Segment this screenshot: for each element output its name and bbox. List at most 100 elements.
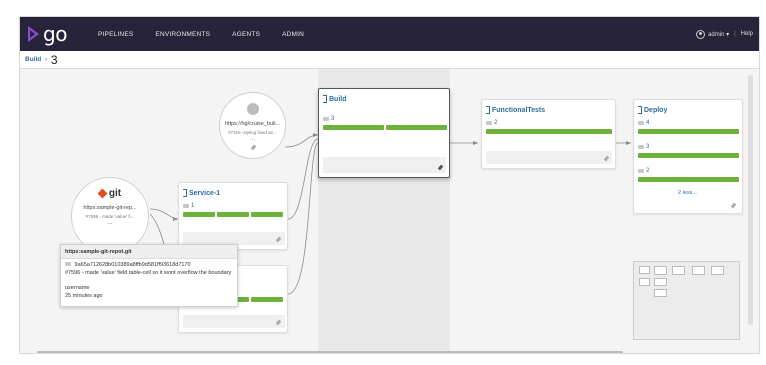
pipeline-name-text: Build (329, 95, 347, 103)
stage-passed[interactable] (638, 177, 739, 182)
stage-passed[interactable] (386, 125, 447, 130)
pipeline-instance[interactable]: 4 (638, 120, 649, 126)
vertical-scrollbar[interactable] (748, 75, 753, 325)
label-icon (638, 145, 644, 149)
main-nav: PIPELINES ENVIRONMENTS AGENTS ADMIN (98, 17, 326, 51)
minimap-node (672, 266, 685, 275)
stage-bars (638, 129, 739, 134)
git-logo: git (72, 188, 148, 199)
material-revision: #7596 - made 'value' fi... (85, 214, 135, 219)
stage-passed[interactable] (323, 125, 384, 130)
stage-passed[interactable] (251, 212, 283, 217)
pipeline-footer (323, 157, 446, 173)
show-less-link[interactable]: 2 less... (678, 190, 697, 196)
stage-bars (638, 153, 739, 158)
pipeline-instance[interactable]: 2 (638, 168, 649, 174)
pipeline-icon (486, 106, 490, 114)
instance-counter: 4 (646, 120, 650, 126)
nav-admin[interactable]: ADMIN (282, 31, 304, 38)
pipeline-instance[interactable]: 3 (638, 144, 649, 150)
instance-counter: 2 (494, 120, 498, 126)
pipeline-icon (183, 189, 187, 197)
nav-pipelines[interactable]: PIPELINES (98, 31, 133, 38)
material-url: https:sample-git-rep... (83, 205, 137, 211)
user-avatar-icon[interactable] (696, 29, 706, 39)
tooltip-hash-row: 9a65a712628b010389a8ffb9d581ff93618d7170 (65, 262, 235, 269)
stage-passed[interactable] (638, 153, 739, 158)
minimap[interactable] (633, 261, 740, 340)
arrow-head (473, 141, 478, 145)
link-service2-to-build (287, 142, 319, 295)
pipeline-name[interactable]: FunctionalTests (486, 106, 545, 114)
pin-icon[interactable] (730, 202, 737, 209)
material-revision: #7315 -styling fixed an... (228, 130, 277, 135)
material-hg[interactable]: https://hg/cruise_buil... #7315 -styling… (219, 92, 286, 159)
tooltip-title: https:sample-git-repot.git (61, 245, 237, 259)
go-logo-text: go (43, 22, 67, 46)
instance-counter: 3 (331, 116, 335, 122)
label-icon (486, 121, 492, 125)
pipeline-name-text: FunctionalTests (492, 106, 546, 114)
tooltip-author: username (65, 285, 90, 291)
user-name-dropdown[interactable]: admin ▾ (708, 31, 729, 38)
git-icon (97, 188, 108, 199)
stage-passed[interactable] (217, 212, 249, 217)
horizontal-scrollbar[interactable] (37, 351, 623, 353)
breadcrumb-pipeline-link[interactable]: Build (25, 56, 41, 63)
nav-agents[interactable]: AGENTS (232, 31, 260, 38)
app-window: go PIPELINES ENVIRONMENTS AGENTS ADMIN a… (19, 16, 760, 354)
material-more[interactable]: ... (220, 136, 285, 142)
pipeline-footer (486, 151, 612, 164)
minimap-node (654, 289, 667, 297)
go-logo-icon (28, 26, 39, 42)
nav-environments[interactable]: ENVIRONMENTS (155, 31, 210, 38)
user-menu-divider: | (734, 31, 736, 37)
instance-counter: 1 (191, 203, 195, 209)
label-icon (638, 169, 644, 173)
pin-icon (250, 144, 257, 151)
pipeline-build[interactable]: Build 3 (318, 88, 450, 178)
material-more[interactable]: ... (72, 220, 148, 226)
pipeline-service-1[interactable]: Service-1 1 (178, 182, 288, 250)
arrow-head (626, 141, 631, 145)
mercurial-icon (246, 103, 259, 115)
user-menu: admin ▾ | Help (696, 17, 753, 51)
minimap-node (654, 278, 667, 286)
pipeline-instance[interactable]: 3 (323, 116, 334, 122)
stage-passed[interactable] (183, 212, 215, 217)
pipeline-icon (323, 95, 327, 103)
instance-counter: 2 (646, 168, 650, 174)
pipeline-footer (183, 315, 285, 328)
stage-bars (323, 125, 447, 130)
pipeline-name[interactable]: Deploy (638, 106, 667, 114)
help-link[interactable]: Help (741, 31, 753, 37)
pipeline-instance[interactable]: 1 (183, 203, 194, 209)
pipeline-name[interactable]: Build (323, 95, 347, 103)
pipeline-instance[interactable]: 2 (486, 120, 497, 126)
go-logo[interactable]: go (28, 24, 67, 44)
label-icon (183, 204, 189, 208)
pipeline-name[interactable]: Service-1 (183, 189, 220, 197)
link-service1-to-build (287, 138, 319, 220)
label-icon (638, 121, 644, 125)
minimap-node (639, 278, 650, 286)
label-icon (323, 117, 329, 121)
pipeline-functionaltests[interactable]: FunctionalTests 2 (481, 99, 616, 169)
tooltip-hash: 9a65a712628b010389a8ffb9d581ff93618d7170 (74, 262, 191, 268)
stage-passed[interactable] (251, 297, 283, 302)
tooltip-message: #7596 - made 'value' field table-cell so… (65, 270, 232, 276)
minimap-node (654, 266, 667, 275)
material-tooltip: https:sample-git-repot.git 9a65a712628b0… (60, 244, 238, 307)
stage-bars (638, 177, 739, 182)
stage-passed[interactable] (486, 129, 612, 134)
git-logo-text: git (108, 188, 122, 199)
top-navigation-bar: go PIPELINES ENVIRONMENTS AGENTS ADMIN a… (20, 17, 759, 51)
pipeline-name-text: Service-1 (189, 189, 221, 197)
minimap-node (711, 266, 724, 275)
pipeline-deploy[interactable]: Deploy 4 3 2 2 less... (633, 99, 743, 214)
value-stream-map-canvas[interactable]: https://hg/cruise_buil... #7315 -styling… (20, 69, 759, 353)
breadcrumb: Build » 3 (20, 51, 759, 69)
pipeline-name-text: Deploy (644, 106, 668, 114)
stage-bars (486, 129, 612, 134)
stage-passed[interactable] (638, 129, 739, 134)
